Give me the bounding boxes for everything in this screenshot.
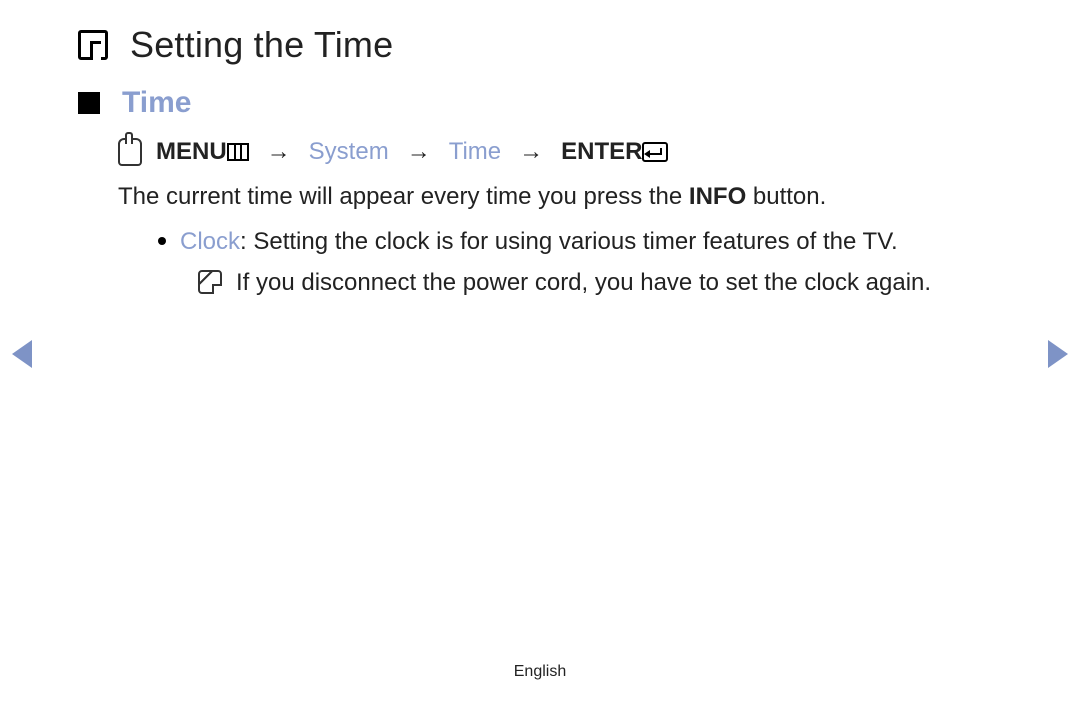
body-line-1-bold: INFO <box>689 183 746 210</box>
footer-language: English <box>0 663 1080 681</box>
arrow-1: → <box>263 138 295 166</box>
note-icon <box>198 270 222 294</box>
menu-text: MENU <box>156 138 227 165</box>
arrow-2: → <box>403 138 435 166</box>
enter-label-wrap: ENTER <box>561 138 668 166</box>
bookmark-icon <box>78 30 108 60</box>
body-line-1-post: button. <box>746 183 826 210</box>
bullet-clock: Clock: Setting the clock is for using va… <box>158 225 1002 260</box>
menu-label: MENU <box>156 138 249 166</box>
square-bullet-icon <box>78 92 100 114</box>
note-line: If you disconnect the power cord, you ha… <box>198 266 1002 301</box>
hand-icon <box>118 138 142 166</box>
note-text: If you disconnect the power cord, you ha… <box>236 266 931 301</box>
menu-button-icon <box>227 143 249 161</box>
bullet-text: : Setting the clock is for using various… <box>240 228 898 255</box>
enter-button-icon <box>642 142 668 162</box>
bullet-content: Clock: Setting the clock is for using va… <box>180 225 898 260</box>
prev-page-button[interactable] <box>12 340 32 368</box>
section-heading: Time <box>122 86 191 120</box>
body-line-1: The current time will appear every time … <box>118 180 1002 215</box>
next-page-button[interactable] <box>1048 340 1068 368</box>
enter-text: ENTER <box>561 138 642 165</box>
title-row: Setting the Time <box>78 24 1002 66</box>
bullet-label: Clock <box>180 228 240 255</box>
arrow-3: → <box>515 138 547 166</box>
page-title: Setting the Time <box>130 24 393 66</box>
section-row: Time <box>78 86 1002 120</box>
manual-page: Setting the Time Time MENU → System → Ti… <box>0 0 1080 705</box>
bullet-icon <box>158 237 166 245</box>
body-line-1-pre: The current time will appear every time … <box>118 183 689 210</box>
crumb-system: System <box>309 138 389 166</box>
crumb-time: Time <box>449 138 501 166</box>
menu-path: MENU → System → Time → ENTER <box>118 138 1002 166</box>
